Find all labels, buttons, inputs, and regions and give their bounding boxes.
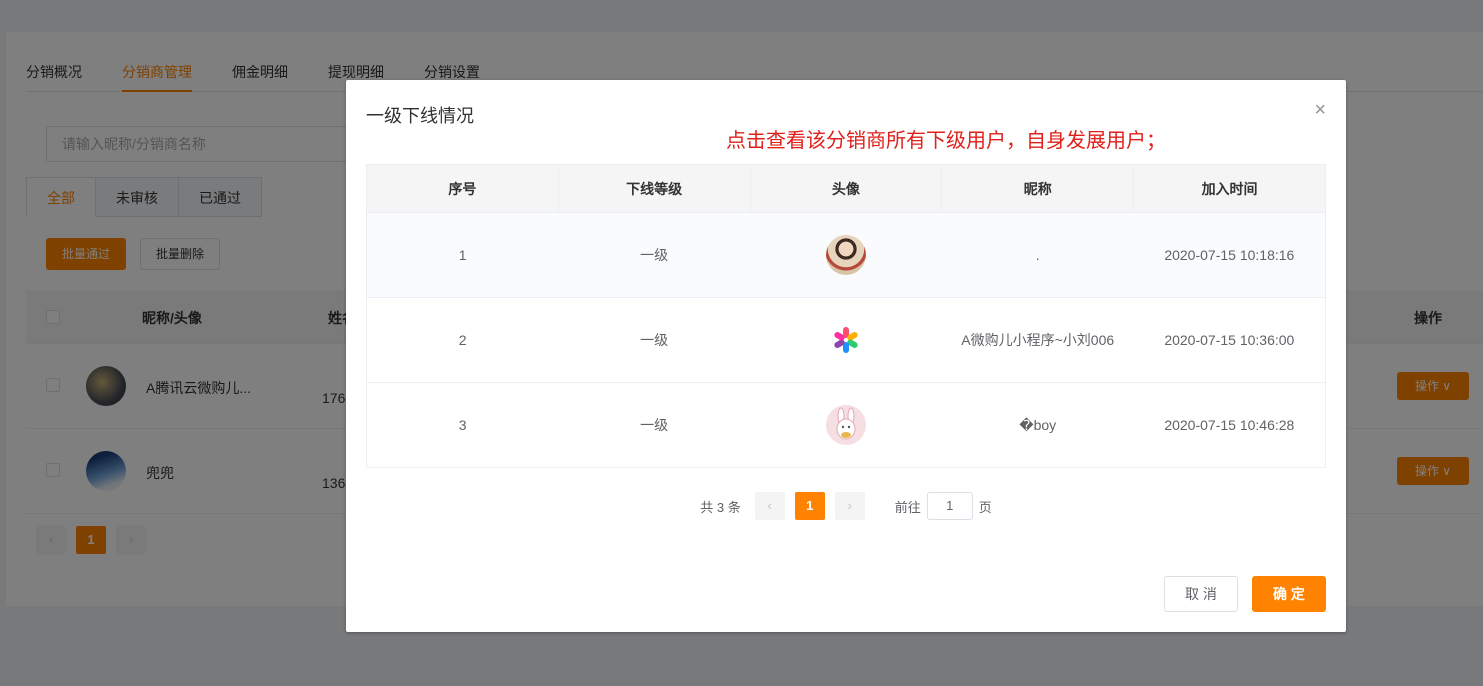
- cell-avatar: [750, 297, 942, 383]
- subordinates-table: 序号 下线等级 头像 昵称 加入时间 1 一级 . 2020-07-15 10:…: [366, 164, 1326, 468]
- portrait-avatar-icon: [825, 235, 866, 275]
- cancel-button[interactable]: 取 消: [1164, 576, 1238, 612]
- cell-level: 一级: [558, 382, 751, 468]
- close-icon[interactable]: ×: [1314, 100, 1326, 120]
- column-joined-time: 加入时间: [1133, 164, 1326, 213]
- cell-joined-time: 2020-07-15 10:46:28: [1133, 382, 1326, 468]
- cell-index: 3: [366, 382, 559, 468]
- goto-label: 前往: [894, 499, 921, 515]
- cell-nickname: �‍boy: [941, 382, 1134, 468]
- page-1-button[interactable]: 1: [794, 492, 825, 520]
- cell-level: 一级: [558, 297, 751, 383]
- cell-avatar: [750, 212, 942, 298]
- subordinates-dialog: 一级下线情况 × 点击查看该分销商所有下级用户，自身发展用户； 序号 下线等级 …: [346, 80, 1346, 632]
- table-row: 2 一级 A微购儿小程序~小刘006 2020-07-15 10:36:00: [366, 297, 1326, 383]
- column-nickname: 昵称: [941, 164, 1135, 213]
- annotation-text: 点击查看该分销商所有下级用户，自身发展用户；: [726, 130, 1166, 152]
- column-index: 序号: [366, 164, 559, 213]
- cell-nickname: A微购儿小程序~小刘006: [941, 297, 1134, 383]
- cell-joined-time: 2020-07-15 10:36:00: [1133, 297, 1326, 383]
- colorful-logo-icon: [825, 320, 866, 360]
- cell-level: 一级: [558, 212, 751, 298]
- goto-page-input[interactable]: 1: [926, 492, 973, 520]
- column-avatar: 头像: [750, 164, 943, 213]
- prev-page-button[interactable]: ‹: [754, 492, 785, 520]
- confirm-button[interactable]: 确 定: [1252, 576, 1326, 612]
- cell-index: 2: [366, 297, 559, 383]
- table-row: 3 一级 �‍boy: [366, 382, 1326, 468]
- cell-nickname: .: [941, 212, 1134, 298]
- cell-joined-time: 2020-07-15 10:18:16: [1133, 212, 1326, 298]
- table-row: 1 一级 . 2020-07-15 10:18:16: [366, 212, 1326, 298]
- dialog-pagination: 共 3 条 ‹ 1 › 前往 1 页: [346, 492, 1346, 520]
- bunny-avatar-icon: [825, 405, 866, 445]
- cell-avatar: [750, 382, 942, 468]
- cell-index: 1: [366, 212, 559, 298]
- column-level: 下线等级: [558, 164, 751, 213]
- dialog-title: 一级下线情况: [366, 106, 474, 126]
- page-unit-label: 页: [978, 499, 992, 515]
- total-count: 共 3 条: [700, 499, 741, 515]
- table-header-row: 序号 下线等级 头像 昵称 加入时间: [366, 164, 1326, 213]
- next-page-button[interactable]: ›: [834, 492, 865, 520]
